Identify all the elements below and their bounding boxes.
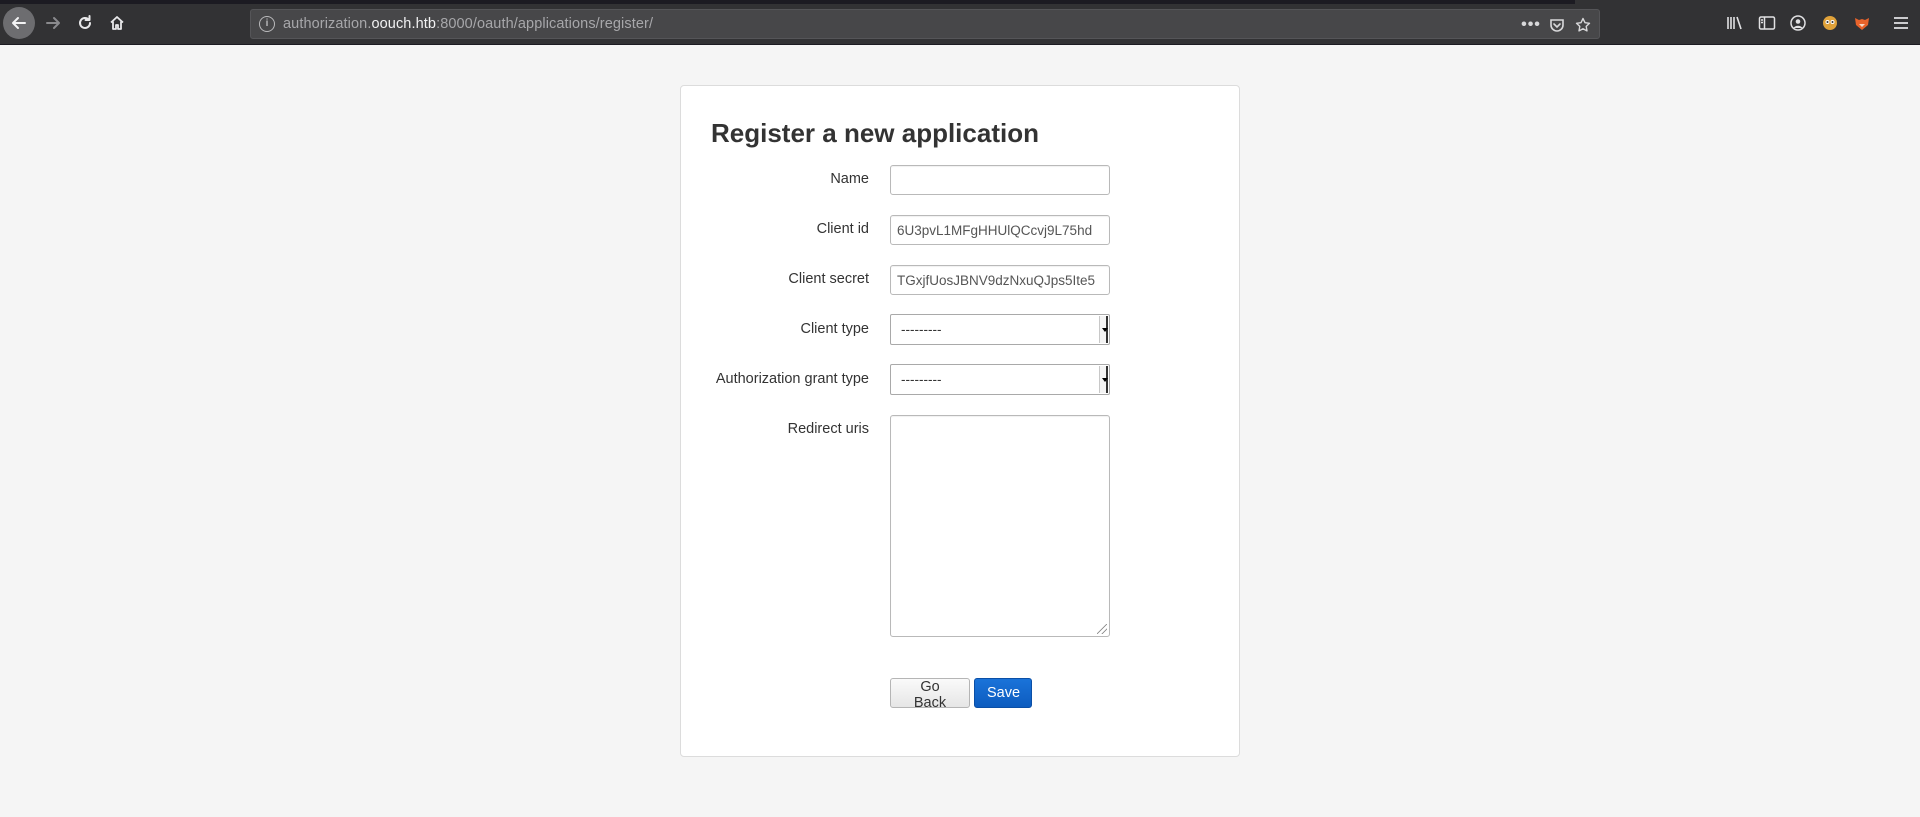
extension-fox-icon[interactable]	[1851, 12, 1873, 34]
client-secret-label: Client secret	[788, 271, 869, 287]
bookmark-star-icon[interactable]	[1571, 14, 1595, 36]
back-button[interactable]	[3, 7, 35, 39]
url-prefix: authorization.	[283, 16, 372, 32]
home-button[interactable]	[101, 9, 133, 37]
chevron-down-icon	[1099, 316, 1108, 343]
url-text[interactable]: authorization.oouch.htb:8000/oauth/appli…	[283, 16, 653, 32]
url-path: :8000/oauth/applications/register/	[436, 16, 654, 32]
name-input[interactable]	[890, 165, 1110, 195]
browser-toolbar: i authorization.oouch.htb:8000/oauth/app…	[0, 0, 1920, 45]
client-id-label: Client id	[816, 221, 869, 237]
client-type-selected-value: ---------	[901, 322, 942, 337]
resize-handle[interactable]	[1097, 624, 1107, 634]
reload-icon	[79, 15, 91, 29]
info-icon[interactable]: i	[259, 16, 275, 32]
client-type-label: Client type	[800, 321, 869, 337]
page-title: Register a new application	[711, 118, 1039, 148]
redirect-uris-label: Redirect uris	[787, 421, 869, 437]
forward-button[interactable]	[37, 9, 69, 37]
reload-button[interactable]	[69, 9, 101, 37]
grant-type-label: Authorization grant type	[715, 371, 869, 387]
client-id-input[interactable]	[890, 215, 1110, 245]
arrow-right-icon	[46, 17, 60, 29]
arrow-left-icon	[12, 17, 26, 29]
tab-strip-edge	[0, 0, 1575, 4]
page-actions-menu-icon[interactable]: •••	[1519, 14, 1543, 36]
hamburger-menu-icon[interactable]	[1890, 12, 1912, 34]
chevron-down-icon	[1099, 366, 1108, 393]
register-application-card: Register a new application Name Client i…	[680, 85, 1240, 757]
name-label: Name	[830, 171, 869, 187]
extension-cookie-icon[interactable]	[1819, 12, 1841, 34]
account-icon[interactable]	[1787, 12, 1809, 34]
url-host: oouch.htb	[371, 16, 437, 32]
client-type-select[interactable]: ---------	[890, 314, 1110, 345]
library-icon[interactable]	[1724, 12, 1746, 34]
client-secret-input[interactable]	[890, 265, 1110, 295]
grant-type-select[interactable]: ---------	[890, 364, 1110, 395]
grant-type-selected-value: ---------	[901, 372, 942, 387]
pocket-icon[interactable]	[1545, 14, 1569, 36]
url-bar[interactable]: i authorization.oouch.htb:8000/oauth/app…	[250, 9, 1600, 39]
go-back-button[interactable]: Go Back	[890, 678, 970, 711]
redirect-uris-textarea[interactable]	[890, 415, 1110, 637]
sidebar-icon[interactable]	[1756, 12, 1778, 34]
home-icon	[110, 16, 124, 30]
save-button[interactable]: Save	[974, 678, 1032, 708]
